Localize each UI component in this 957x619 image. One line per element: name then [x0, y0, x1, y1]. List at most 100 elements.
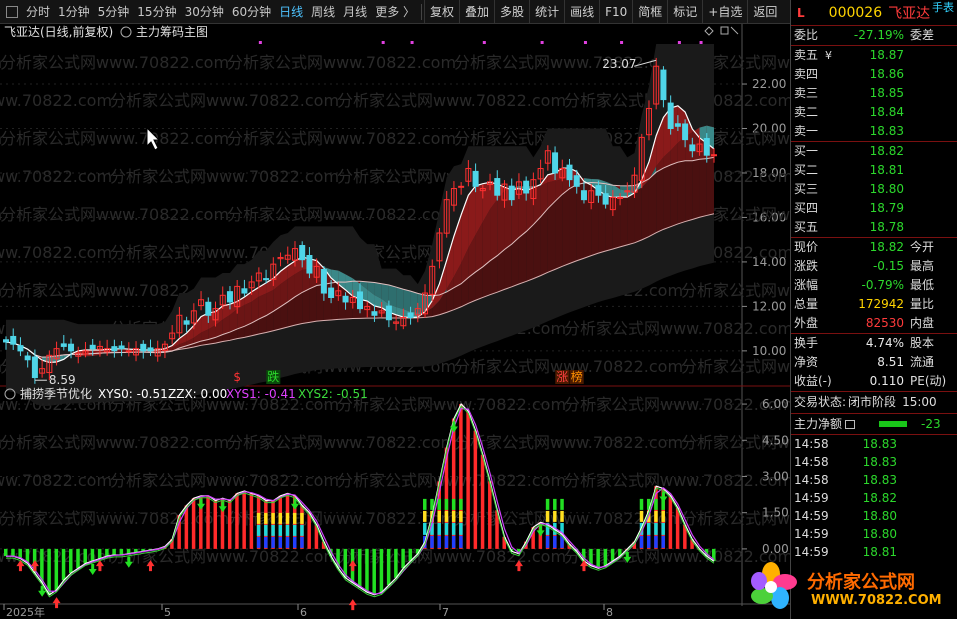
tool-button-7[interactable]: 标记: [667, 0, 702, 24]
indicator-bar: [235, 493, 239, 549]
buy-row[interactable]: 买一 18.82: [791, 142, 957, 161]
ma-band-mid: [258, 293, 267, 320]
signal-block-cyan: [646, 522, 651, 535]
candle-body: [147, 347, 154, 352]
ma-band-slow: [648, 172, 657, 237]
buy-label: 买三: [794, 182, 819, 196]
watermark-text: 分析家公式网www.70822.com: [0, 205, 229, 224]
trade-status-row: 交易状态: 闭市阶段 15:00: [791, 391, 957, 413]
watermark-text: 分析家公式网www.70822.com: [564, 319, 790, 338]
period-tab-1[interactable]: 1分钟: [54, 0, 94, 24]
signal-block-green: [444, 498, 449, 510]
watermark-text: 分析家公式网www.70822.com: [454, 433, 683, 452]
indicator-bar: [596, 548, 600, 569]
sell-row[interactable]: 卖一 18.83: [791, 122, 957, 141]
sell-row[interactable]: 卖五 ¥18.87: [791, 46, 957, 65]
tool-button-2[interactable]: 多股: [494, 0, 529, 24]
watermark-text: 分析家公式网www.70822.com: [227, 433, 456, 452]
signal-block-green: [553, 498, 557, 510]
ma-band-slow: [706, 157, 714, 216]
buy-row[interactable]: 买五 18.78: [791, 218, 957, 237]
tool-button-8[interactable]: +自选: [702, 0, 747, 24]
watermark-text: 分析家公式网www.70822.com: [0, 91, 112, 110]
signal-block-cyan: [459, 522, 463, 535]
period-tab-3[interactable]: 15分钟: [133, 0, 180, 24]
signal-block-yellow: [459, 510, 463, 522]
sell-row[interactable]: 卖二 18.84: [791, 103, 957, 122]
sell-row[interactable]: 卖三 18.85: [791, 84, 957, 103]
tool-button-9[interactable]: 返回: [747, 0, 782, 24]
tool-button-5[interactable]: F10: [599, 0, 632, 24]
tool-button-0[interactable]: 复权: [424, 0, 459, 24]
candle-body: [566, 164, 573, 181]
candle-body: [31, 356, 38, 379]
candle-body: [703, 138, 710, 156]
signal-block-green: [654, 498, 658, 510]
signal-block-cyan: [423, 522, 427, 535]
sub-y-tick-label: 4.50: [762, 433, 789, 447]
chart-area[interactable]: 22.00 20.00 18.00 16.00 14.00 12.00 10.00 分析家公式…: [0, 24, 790, 619]
period-tab-8[interactable]: 月线: [339, 0, 371, 24]
watermark-text: 分析家公式网www.70822.com: [337, 547, 566, 566]
tick-list[interactable]: 14:58 18.83 14:58 18.83 14:58 18.83 14:59 18.82…: [791, 434, 957, 561]
sector-tag[interactable]: 手表: [932, 0, 954, 15]
signal-block-blue: [278, 536, 283, 548]
indicator-bar: [372, 548, 376, 595]
signal-block-cyan: [264, 524, 268, 536]
signal-block-green: [545, 498, 550, 510]
indicator-bar: [668, 495, 673, 549]
net-bar: [879, 421, 908, 427]
period-tab-4[interactable]: 30分钟: [181, 0, 228, 24]
signal-block-yellow: [292, 512, 297, 524]
sell-label: 卖一: [794, 124, 819, 138]
chart-menu-icon[interactable]: [6, 5, 18, 18]
menu-icon[interactable]: [845, 419, 856, 429]
tick-time: 14:59: [794, 508, 829, 523]
site-logo: 分析家公式网 WWW.70822.COM: [749, 560, 956, 616]
buy-row[interactable]: 买三 18.80: [791, 180, 957, 199]
quote-label2: 今开: [910, 240, 935, 254]
signal-block-cyan: [437, 522, 441, 535]
buy-row[interactable]: 买二 18.81: [791, 161, 957, 180]
candle-body: [299, 245, 306, 261]
ma-band-slow: [569, 184, 577, 264]
candle-body: [226, 291, 233, 303]
period-tab-6[interactable]: 日线: [275, 0, 307, 24]
signal-block-yellow: [300, 512, 304, 524]
period-tab-0[interactable]: 分时: [22, 0, 54, 24]
tool-button-1[interactable]: 叠加: [459, 0, 494, 24]
watermark-text: 分析家公式网www.70822.com: [0, 129, 229, 148]
signal-block-blue: [639, 535, 644, 548]
kline-chart-svg[interactable]: 22.0020.0018.0016.0014.0012.0010.00分析家公式…: [0, 24, 790, 619]
quote-panel: 现价 18.82 今开 涨跌 -0.15 最高 涨幅 -0.79% 最低 总量 172942 量比 外盘…: [791, 237, 957, 333]
quote-label: 外盘: [794, 316, 819, 330]
indicator-bar: [675, 507, 680, 549]
buy-orders: 买一 18.82 买二 18.81 买三 18.80 买四 18.79 买五 18.78: [791, 141, 957, 237]
buy-row[interactable]: 买四 18.79: [791, 199, 957, 218]
tool-button-6[interactable]: 简框: [632, 0, 667, 24]
period-tab-2[interactable]: 5分钟: [94, 0, 134, 24]
candle-body: [573, 175, 580, 187]
tool-button-4[interactable]: 画线: [564, 0, 599, 24]
period-tab-9[interactable]: 更多 〉: [371, 0, 419, 24]
period-tab-7[interactable]: 周线: [307, 0, 339, 24]
sell-row[interactable]: 卖四 18.86: [791, 65, 957, 84]
indicator-bar: [213, 500, 218, 549]
signal-block-green: [451, 498, 456, 510]
signal-block-cyan: [451, 522, 456, 535]
tick-row: 14:59 18.82: [791, 489, 957, 507]
period-tab-5[interactable]: 60分钟: [228, 0, 275, 24]
y-tick-label: 22.00: [752, 77, 786, 91]
indicator-bar: [386, 548, 391, 586]
candle-body: [508, 185, 515, 201]
watermark-text: 分析家公式网www.70822.com: [681, 281, 790, 300]
candle-body: [682, 123, 689, 141]
ma-band-slow: [540, 208, 548, 276]
tool-button-3[interactable]: 统计: [529, 0, 564, 24]
low-price-label: 8.59: [49, 373, 76, 387]
candle-body: [580, 190, 587, 201]
ma-band-slow: [699, 158, 707, 218]
quote-value: 172942: [858, 297, 904, 311]
signal-block-blue: [256, 536, 261, 548]
candle-body: [617, 196, 624, 199]
